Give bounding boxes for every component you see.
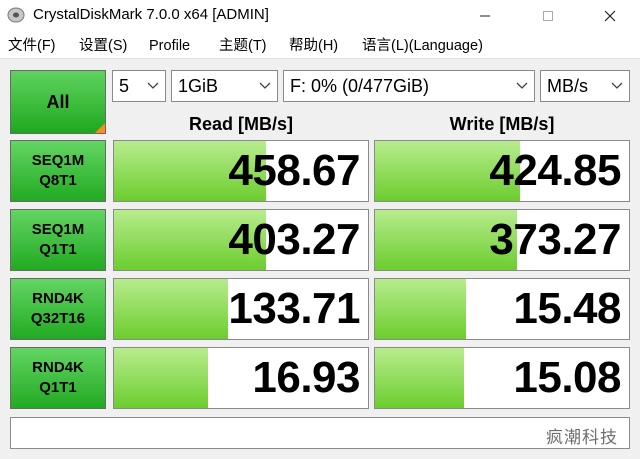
test-name-line1: RND4K: [32, 359, 84, 376]
maximize-icon: [543, 10, 553, 21]
window-title: CrystalDiskMark 7.0.0 x64 [ADMIN]: [33, 6, 269, 23]
read-result-value: 16.93: [252, 353, 360, 402]
read-result-value: 403.27: [228, 215, 360, 264]
read-result-cell: 403.27: [113, 209, 369, 271]
chevron-down-icon: [516, 71, 528, 101]
minimize-icon: [480, 15, 490, 16]
test-name-line2: Q1T1: [39, 241, 77, 258]
chevron-down-icon: [147, 71, 159, 101]
read-result-value: 458.67: [228, 146, 360, 195]
read-result-value: 133.71: [228, 284, 360, 333]
write-result-bar: [375, 348, 464, 408]
drive-select[interactable]: F: 0% (0/477GiB): [283, 70, 535, 102]
close-button[interactable]: [587, 0, 633, 31]
menu-theme[interactable]: 主题(T): [219, 37, 267, 55]
title-bar: CrystalDiskMark 7.0.0 x64 [ADMIN]: [0, 0, 640, 31]
menu-bar: 文件(F) 设置(S) Profile 主题(T) 帮助(H) 语言(L)(La…: [0, 31, 640, 59]
chevron-down-icon: [611, 71, 623, 101]
write-column-header: Write [MB/s]: [449, 114, 555, 134]
test-name-line1: SEQ1M: [31, 152, 85, 169]
all-button[interactable]: All: [10, 70, 106, 134]
test-count-select[interactable]: 5: [112, 70, 166, 102]
drive-value: F: 0% (0/477GiB): [290, 76, 430, 96]
test-count-value: 5: [119, 76, 130, 96]
menu-profile[interactable]: Profile: [149, 37, 190, 55]
watermark-text: 疯潮科技: [546, 428, 618, 448]
test-name-line2: Q32T16: [30, 310, 86, 327]
test-rnd4k-q32t16-button[interactable]: RND4K Q32T16: [10, 278, 106, 340]
read-result-cell: 133.71: [113, 278, 369, 340]
test-size-select[interactable]: 1GiB: [171, 70, 278, 102]
corner-marker: [95, 123, 105, 133]
app-icon: [7, 7, 25, 23]
comment-input[interactable]: [10, 417, 630, 449]
unit-value: MB/s: [547, 76, 589, 96]
write-result-cell: 15.48: [374, 278, 630, 340]
test-name-line1: SEQ1M: [31, 221, 85, 238]
read-result-cell: 458.67: [113, 140, 369, 202]
write-result-bar: [375, 279, 467, 339]
read-result-cell: 16.93: [113, 347, 369, 409]
menu-language[interactable]: 语言(L)(Language): [362, 37, 483, 55]
write-result-value: 15.08: [513, 353, 621, 402]
write-result-cell: 373.27: [374, 209, 630, 271]
write-result-value: 15.48: [513, 284, 621, 333]
menu-settings[interactable]: 设置(S): [79, 37, 127, 55]
all-button-label: All: [46, 91, 70, 112]
maximize-button[interactable]: [525, 0, 571, 31]
unit-select[interactable]: MB/s: [540, 70, 630, 102]
close-icon: [604, 10, 616, 21]
write-result-cell: 15.08: [374, 347, 630, 409]
minimize-button[interactable]: [462, 0, 508, 31]
test-name-line2: Q1T1: [39, 379, 77, 396]
read-result-bar: [114, 279, 229, 339]
chevron-down-icon: [259, 71, 271, 101]
test-seq1m-q8t1-button[interactable]: SEQ1M Q8T1: [10, 140, 106, 202]
write-result-cell: 424.85: [374, 140, 630, 202]
write-result-value: 424.85: [489, 146, 621, 195]
read-column-header: Read [MB/s]: [188, 114, 293, 134]
test-name-line2: Q8T1: [39, 172, 77, 189]
menu-help[interactable]: 帮助(H): [289, 37, 338, 55]
read-result-bar: [114, 348, 208, 408]
menu-file[interactable]: 文件(F): [8, 37, 56, 55]
test-rnd4k-q1t1-button[interactable]: RND4K Q1T1: [10, 347, 106, 409]
test-name-line1: RND4K: [32, 290, 84, 307]
test-size-value: 1GiB: [178, 76, 219, 96]
write-result-value: 373.27: [489, 215, 621, 264]
test-seq1m-q1t1-button[interactable]: SEQ1M Q1T1: [10, 209, 106, 271]
